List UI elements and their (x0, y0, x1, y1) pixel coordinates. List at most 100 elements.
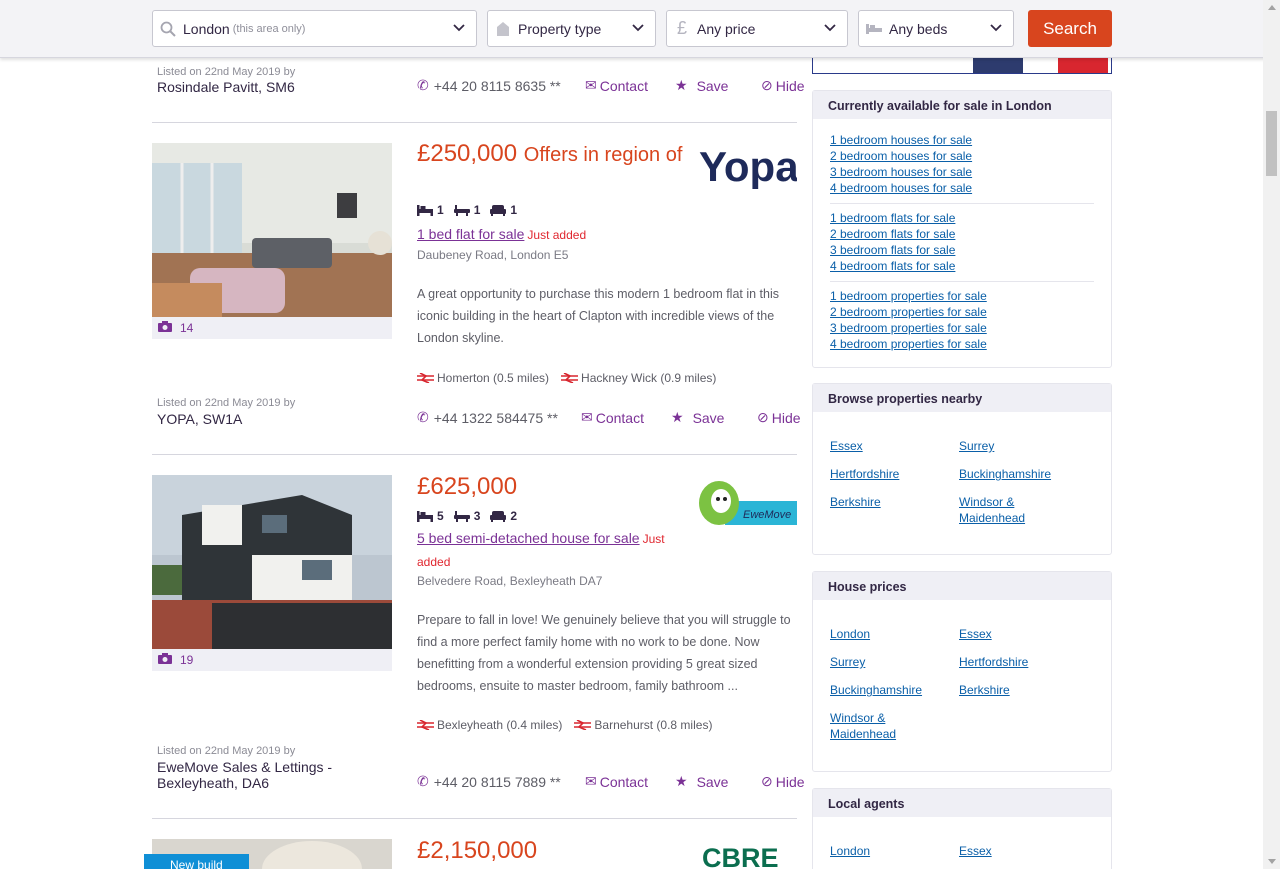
baths-value: 1 (473, 203, 481, 217)
sale-link[interactable]: 1 bedroom houses for sale (830, 132, 1094, 148)
sale-link[interactable]: 1 bedroom properties for sale (830, 288, 1094, 304)
phone-link[interactable]: ✆ +44 20 8115 7889 ** (417, 773, 585, 790)
chevron-down-icon (989, 21, 1003, 38)
area-link[interactable]: Surrey (959, 438, 1088, 454)
listing-photo[interactable] (152, 143, 392, 317)
listing-photo[interactable] (152, 475, 392, 649)
sale-link[interactable]: 3 bedroom houses for sale (830, 164, 1094, 180)
location-value: London (183, 20, 230, 37)
scrollbar-thumb[interactable] (1266, 111, 1277, 176)
price-select[interactable]: £ Any price (666, 10, 848, 47)
price-link[interactable]: London (830, 626, 959, 642)
bath-icon (453, 510, 470, 522)
sale-link[interactable]: 4 bedroom flats for sale (830, 258, 1094, 274)
phone-number: +44 20 8115 8635 ** (433, 77, 561, 94)
phone-number: +44 20 8115 7889 ** (433, 773, 561, 790)
chevron-down-icon (452, 21, 466, 38)
sale-link[interactable]: 4 bedroom houses for sale (830, 180, 1094, 196)
star-icon: ★ (675, 77, 688, 93)
listing-title: 5 bed semi-detached house for sale Just a… (417, 527, 682, 573)
hide-button[interactable]: ⊘ Hide (757, 409, 801, 426)
bed-icon (417, 510, 433, 522)
nearby-stations: Bexleyheath (0.4 miles) Barnehurst (0.8 … (417, 718, 712, 732)
save-button[interactable]: ★ Save (675, 77, 761, 94)
property-type-select[interactable]: Property type (487, 10, 656, 47)
new-build-badge: New build (144, 854, 249, 869)
phone-link[interactable]: ✆ +44 1322 584475 ** (417, 409, 581, 426)
hide-icon: ⊘ (757, 409, 769, 425)
photo-count[interactable]: 19 (152, 649, 392, 671)
price-link[interactable]: Buckinghamshire (830, 682, 959, 698)
area-link[interactable]: Windsor & Maidenhead (959, 494, 1039, 526)
station: Hackney Wick (0.9 miles) (561, 371, 716, 385)
agent-area-link[interactable]: London (830, 843, 959, 859)
save-button[interactable]: ★ Save (671, 409, 757, 426)
area-link[interactable]: Hertfordshire (830, 466, 959, 482)
listing-actions: ✆ +44 1322 584475 ** ✉ Contact ★ Save ⊘ Hid… (417, 409, 801, 426)
photo-count-value: 14 (180, 321, 194, 335)
panel-title: House prices (813, 572, 1111, 600)
price-link[interactable]: Windsor & Maidenhead (830, 710, 910, 742)
agent-area-link[interactable]: Essex (959, 843, 1088, 859)
listing-description: A great opportunity to purchase this mod… (417, 287, 780, 345)
agent-logo[interactable]: EweMove (697, 477, 797, 532)
price-link[interactable]: Hertfordshire (959, 654, 1088, 670)
listing-title-link[interactable]: 5 bed semi-detached house for sale (417, 530, 640, 546)
photo-count-value: 19 (180, 653, 194, 667)
sale-link[interactable]: 3 bedroom flats for sale (830, 242, 1094, 258)
advert-banner[interactable] (812, 58, 1112, 74)
envelope-icon: ✉ (581, 409, 593, 425)
save-button[interactable]: ★ Save (675, 773, 761, 790)
hide-label: Hide (775, 773, 805, 790)
area-link[interactable]: Essex (830, 438, 959, 454)
price-link[interactable]: Essex (959, 626, 1088, 642)
photo-count[interactable]: 14 (152, 317, 392, 339)
contact-label: Contact (599, 77, 648, 94)
sale-link[interactable]: 2 bedroom houses for sale (830, 148, 1094, 164)
listing-description: Prepare to fall in love! We genuinely be… (417, 613, 791, 693)
area-link[interactable]: Buckinghamshire (959, 466, 1088, 482)
scroll-down-icon[interactable] (1268, 859, 1276, 864)
search-icon (153, 21, 183, 37)
flats-links: 1 bedroom flats for sale 2 bedroom flats… (813, 210, 1111, 274)
price-value: £250,000 (417, 140, 518, 167)
agent-logo[interactable]: CBRE (702, 841, 792, 869)
rail-icon (561, 373, 579, 383)
bath-icon (453, 204, 470, 216)
price-link[interactable]: Surrey (830, 654, 959, 670)
contact-button[interactable]: ✉ Contact (585, 77, 675, 94)
sale-link[interactable]: 4 bedroom properties for sale (830, 336, 1094, 352)
sale-link[interactable]: 2 bedroom flats for sale (830, 226, 1094, 242)
star-icon: ★ (675, 773, 688, 789)
contact-button[interactable]: ✉ Contact (581, 409, 671, 426)
rail-icon (417, 720, 434, 730)
listing-title: 1 bed flat for sale Just added (417, 223, 586, 246)
location-input[interactable]: London (this area only) (152, 10, 477, 47)
station-name: Hackney Wick (0.9 miles) (581, 371, 717, 385)
phone-link[interactable]: ✆ +44 20 8115 8635 ** (417, 77, 585, 94)
search-button[interactable]: Search (1028, 10, 1112, 47)
page-scrollbar[interactable] (1263, 0, 1280, 869)
baths-count: 1 (453, 203, 481, 217)
station: Bexleyheath (0.4 miles) (417, 718, 562, 732)
price-link[interactable]: Berkshire (959, 682, 1088, 698)
area-link[interactable]: Berkshire (830, 494, 959, 526)
hide-button[interactable]: ⊘ Hide (761, 77, 805, 94)
sale-link[interactable]: 2 bedroom properties for sale (830, 304, 1094, 320)
sale-link[interactable]: 3 bedroom properties for sale (830, 320, 1094, 336)
panel-title: Local agents (813, 789, 1111, 817)
sofa-icon (490, 510, 507, 522)
property-type-label: Property type (518, 20, 602, 37)
available-for-sale-panel: Currently available for sale in London 1… (812, 90, 1112, 368)
hide-icon: ⊘ (761, 773, 773, 789)
sale-link[interactable]: 1 bedroom flats for sale (830, 210, 1094, 226)
beds-select[interactable]: Any beds (858, 10, 1014, 47)
listing-address: Daubeney Road, London E5 (417, 248, 569, 262)
hide-button[interactable]: ⊘ Hide (761, 773, 805, 790)
scroll-up-icon[interactable] (1268, 5, 1276, 10)
agent-logo[interactable]: Yopa (699, 143, 799, 194)
camera-icon (158, 321, 172, 335)
listing-title-link[interactable]: 1 bed flat for sale (417, 226, 524, 242)
listing-price: £250,000 Offers in region of (417, 141, 697, 168)
contact-button[interactable]: ✉ Contact (585, 773, 675, 790)
